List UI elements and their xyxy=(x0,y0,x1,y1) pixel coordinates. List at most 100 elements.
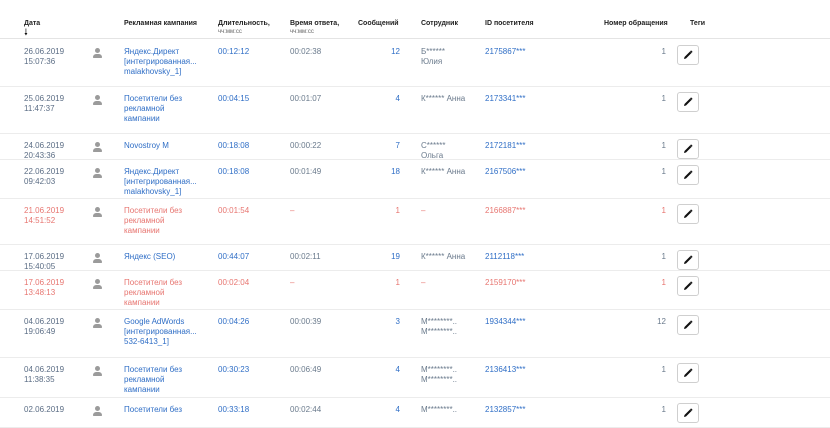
campaign-link[interactable]: Посетители без рекламной кампании xyxy=(124,365,204,395)
pencil-icon xyxy=(684,320,693,329)
visitor-id-link[interactable]: 2175867*** xyxy=(485,47,525,57)
pencil-icon xyxy=(684,144,693,153)
pencil-icon xyxy=(684,255,693,264)
table-row[interactable]: 24.06.2019 20:43:36 Novostroy M 00:18:08 00:… xyxy=(0,133,830,160)
column-response: Время ответа, чч:мм:сс xyxy=(290,20,339,36)
table-row[interactable]: 04.06.2019 19:06:49 Google AdWords [интегри… xyxy=(0,309,830,358)
visitor-id-link[interactable]: 2167506*** xyxy=(485,167,525,177)
edit-tags-button[interactable] xyxy=(677,403,699,423)
messages-count: 18 xyxy=(391,167,400,176)
sort-desc-icon[interactable]: 🠗 xyxy=(24,28,28,37)
response-time-value: 00:02:38 xyxy=(290,47,322,56)
campaign-link[interactable]: Посетители без рекламной кампании xyxy=(124,94,204,124)
campaign-line: [интегрированная... xyxy=(124,327,197,336)
visitor-id-link[interactable]: 2112118*** xyxy=(485,252,524,262)
campaign-link[interactable]: Яндекс (SEO) xyxy=(124,252,204,262)
visitor-id-link[interactable]: 1934344*** xyxy=(485,317,525,327)
table-row[interactable]: 26.06.2019 15:07:36 Яндекс.Директ [интегрир… xyxy=(0,39,830,87)
campaign-link[interactable]: Посетители без рекламной кампании xyxy=(124,206,204,236)
campaign-line: Яндекс.Директ xyxy=(124,167,180,176)
campaign-link[interactable]: Яндекс.Директ [интегрированная... malakhov… xyxy=(124,47,204,77)
edit-tags-button[interactable] xyxy=(677,92,699,112)
response-time-value: – xyxy=(290,206,295,215)
campaign-line: [интегрированная... xyxy=(124,57,197,66)
employee-cell: К****** Анна xyxy=(421,252,489,262)
date-value: 17.06.2019 xyxy=(24,278,65,287)
date-value: 04.06.2019 xyxy=(24,365,65,374)
visitor-id-link[interactable]: 2172181*** xyxy=(485,141,525,151)
request-number-value: 1 xyxy=(661,47,666,56)
request-number-value: 1 xyxy=(661,252,666,261)
campaign-line: Яндекс.Директ xyxy=(124,47,180,56)
duration-value: 00:18:08 xyxy=(218,167,250,176)
edit-tags-button[interactable] xyxy=(677,204,699,224)
edit-tags-button[interactable] xyxy=(677,276,699,296)
campaign-link[interactable]: Google AdWords [интегрированная... 532-641… xyxy=(124,317,204,347)
visitor-id-link[interactable]: 2159170*** xyxy=(485,278,525,288)
table-row[interactable]: 02.06.2019 Посетители без 00:33:18 00:02:44… xyxy=(0,397,830,428)
employee-name: К****** Анна xyxy=(421,252,466,261)
messages-count: 4 xyxy=(395,365,400,374)
edit-tags-button[interactable] xyxy=(677,45,699,65)
campaign-line: кампании xyxy=(124,385,160,394)
duration-value: 00:01:54 xyxy=(218,206,250,215)
date-cell: 21.06.2019 14:51:52 xyxy=(24,206,84,226)
response-time-value: 00:02:11 xyxy=(290,252,321,261)
time-value: 11:47:37 xyxy=(24,104,55,113)
pencil-icon xyxy=(684,209,693,218)
user-icon xyxy=(92,366,103,377)
visitor-id-link[interactable]: 2132857*** xyxy=(485,405,525,415)
campaign-link[interactable]: Посетители без рекламной кампании xyxy=(124,278,204,308)
request-number-value: 1 xyxy=(661,278,666,287)
request-number-value: 1 xyxy=(661,365,666,374)
response-time-value: 00:00:22 xyxy=(290,141,322,150)
employee-cell: М********.. М********.. xyxy=(421,317,489,337)
table-row[interactable]: 21.06.2019 14:51:52 Посетители без рекламно… xyxy=(0,198,830,245)
visitor-id-link[interactable]: 2173341*** xyxy=(485,94,525,104)
campaign-link[interactable]: Novostroy M xyxy=(124,141,204,151)
date-value: 21.06.2019 xyxy=(24,206,65,215)
user-icon xyxy=(92,318,103,329)
date-value: 24.06.2019 xyxy=(24,141,65,150)
table-row[interactable]: 17.06.2019 15:40:05 Яндекс (SEO) 00:44:07 00… xyxy=(0,244,830,271)
column-response-unit: чч:мм:сс xyxy=(290,29,314,35)
table-row[interactable]: 22.06.2019 09:42:03 Яндекс.Директ [интегрир… xyxy=(0,159,830,199)
campaign-line: кампании xyxy=(124,298,160,307)
table-row[interactable]: 25.06.2019 11:47:37 Посетители без рекламно… xyxy=(0,86,830,134)
request-number-value: 1 xyxy=(661,206,666,215)
date-cell: 25.06.2019 11:47:37 xyxy=(24,94,84,114)
messages-count: 1 xyxy=(395,278,400,287)
date-cell: 26.06.2019 15:07:36 xyxy=(24,47,84,67)
employee-name: Юлия xyxy=(421,57,443,66)
edit-tags-button[interactable] xyxy=(677,250,699,270)
messages-count: 4 xyxy=(395,94,400,103)
visitor-id-link[interactable]: 2166887*** xyxy=(485,206,525,216)
user-icon xyxy=(92,48,103,59)
pencil-icon xyxy=(684,408,693,417)
employee-name: М********.. xyxy=(421,365,458,374)
messages-count: 12 xyxy=(391,47,400,56)
table-row[interactable]: 17.06.2019 13:48:13 Посетители без рекламно… xyxy=(0,270,830,310)
visitor-id-link[interactable]: 2136413*** xyxy=(485,365,525,375)
table-row[interactable]: 04.06.2019 11:38:35 Посетители без рекламно… xyxy=(0,357,830,398)
date-value: 02.06.2019 xyxy=(24,405,65,414)
pencil-icon xyxy=(684,281,693,290)
campaign-link[interactable]: Яндекс.Директ [интегрированная... malakhov… xyxy=(124,167,204,197)
edit-tags-button[interactable] xyxy=(677,139,699,159)
campaign-line: рекламной xyxy=(124,104,165,113)
campaign-line: рекламной xyxy=(124,375,165,384)
employee-cell: С****** Ольга xyxy=(421,141,489,161)
campaign-line: Посетители без xyxy=(124,206,183,215)
time-value: 13:48:13 xyxy=(24,288,56,297)
campaign-link[interactable]: Посетители без xyxy=(124,405,204,415)
time-value: 19:06:49 xyxy=(24,327,56,336)
edit-tags-button[interactable] xyxy=(677,165,699,185)
campaign-line: кампании xyxy=(124,114,160,123)
date-value: 22.06.2019 xyxy=(24,167,65,176)
edit-tags-button[interactable] xyxy=(677,363,699,383)
edit-tags-button[interactable] xyxy=(677,315,699,335)
employee-name: К****** Анна xyxy=(421,94,466,103)
user-icon xyxy=(92,95,103,106)
employee-cell: – xyxy=(421,278,489,288)
pencil-icon xyxy=(684,170,693,179)
